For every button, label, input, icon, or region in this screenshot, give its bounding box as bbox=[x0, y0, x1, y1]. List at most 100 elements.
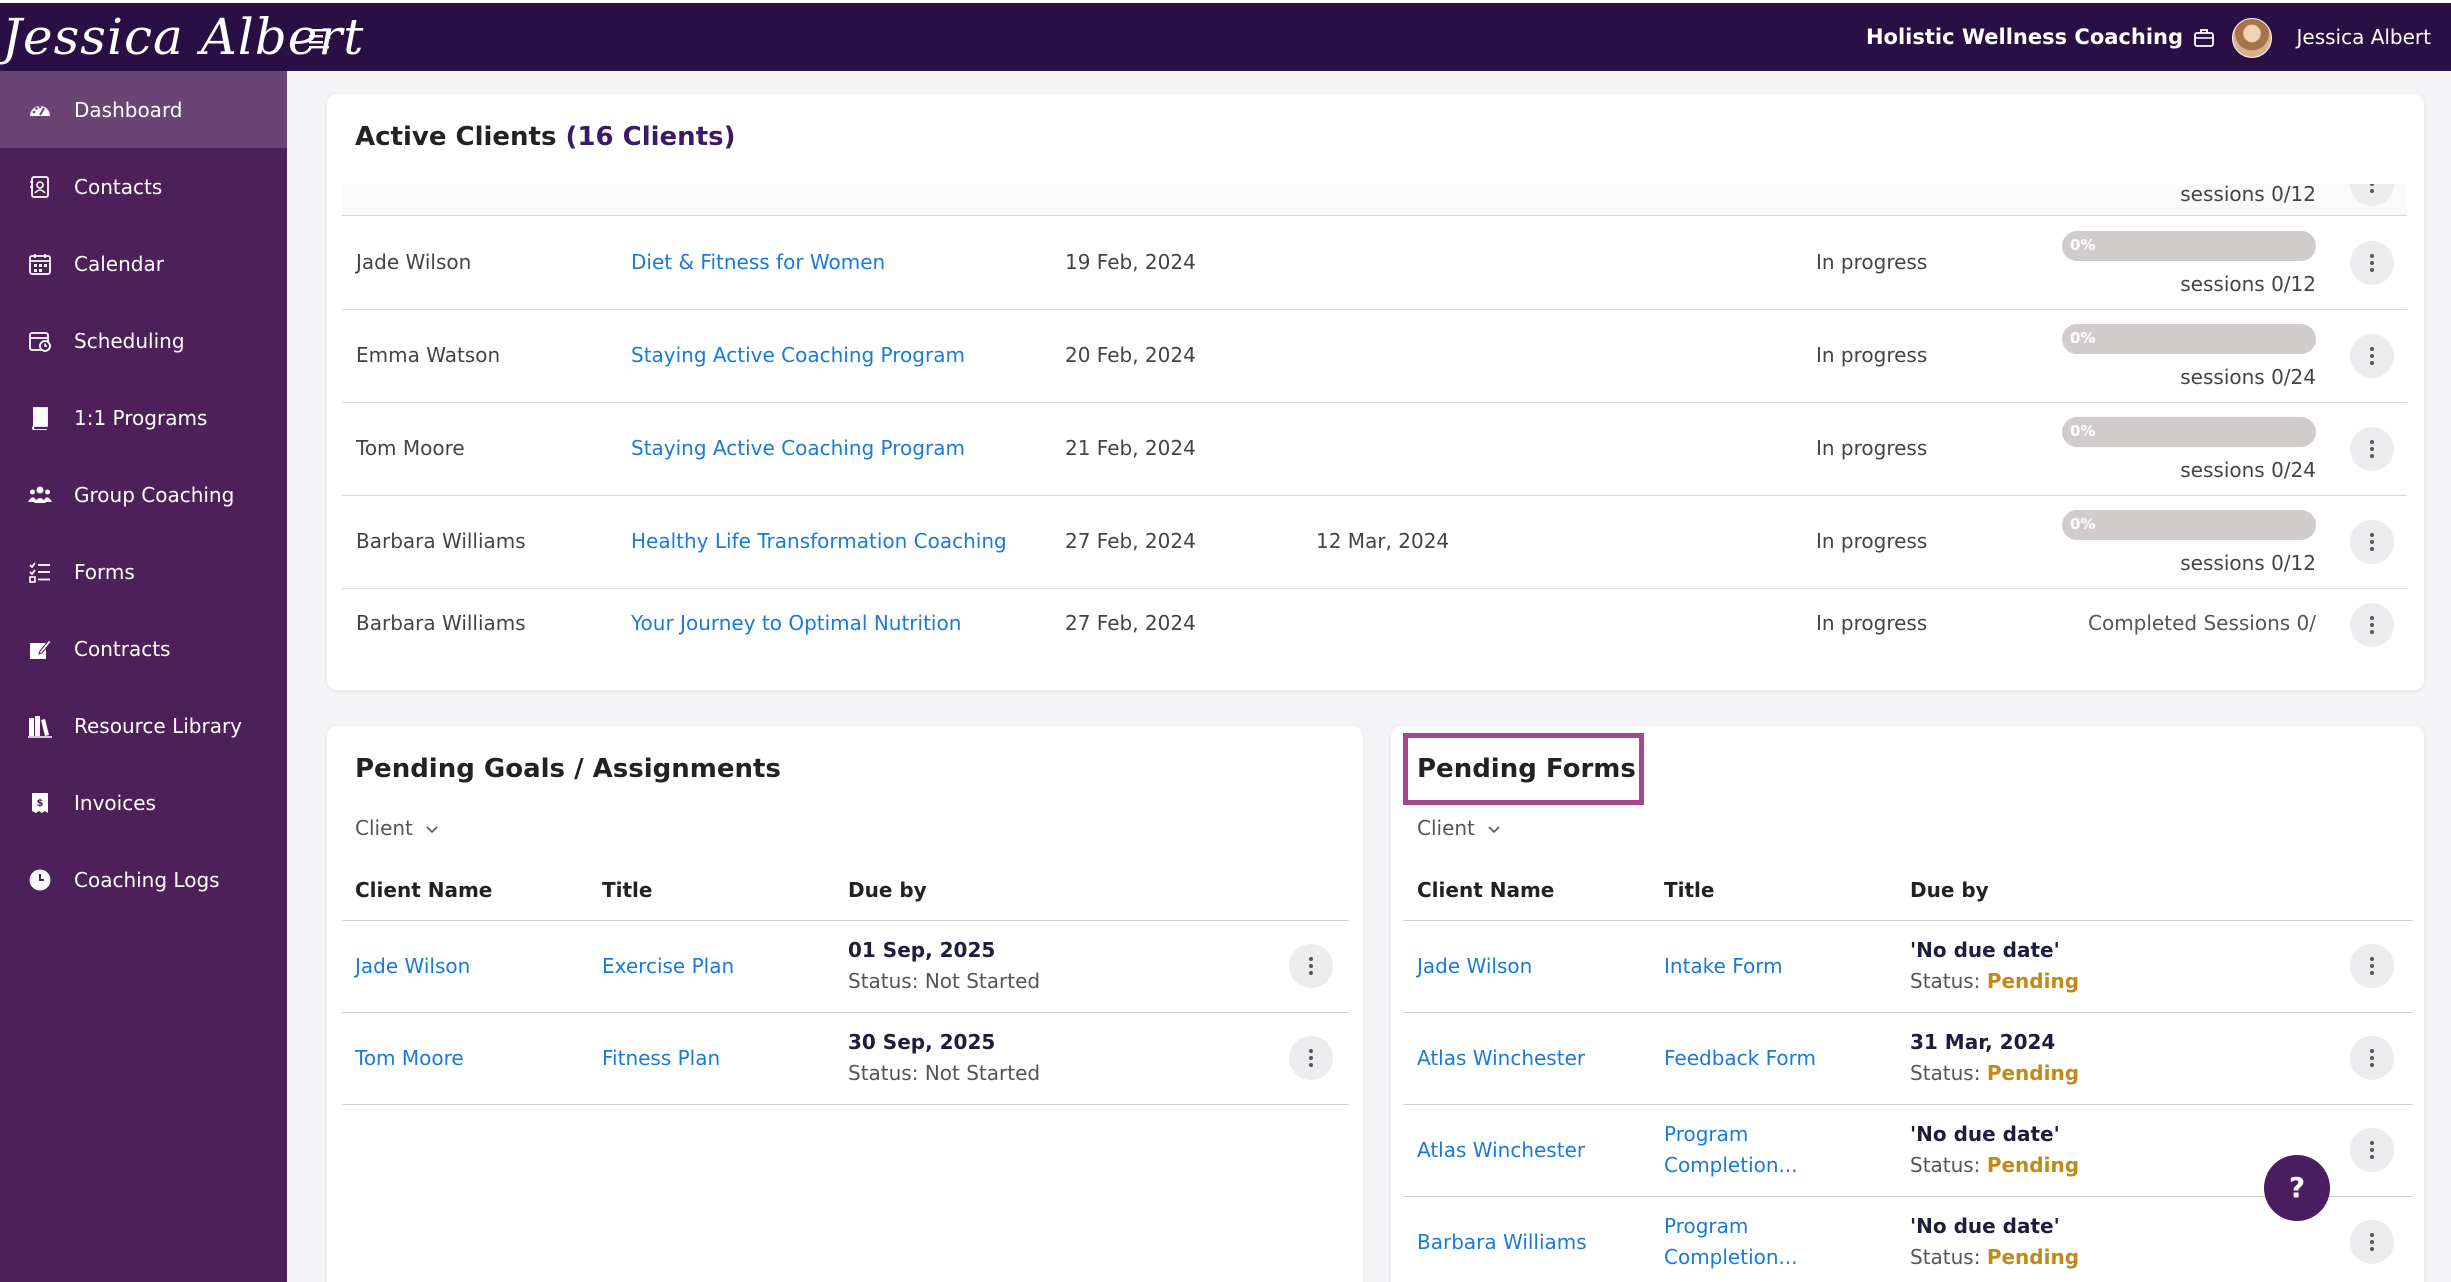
pending-goals-card: Pending Goals / Assignments Client Clien… bbox=[327, 726, 1363, 1282]
end-date: 12 Mar, 2024 bbox=[1316, 529, 1450, 553]
progress-bar: 0% bbox=[2062, 324, 2316, 354]
status-line: Status: Pending bbox=[1910, 969, 2079, 993]
divider bbox=[1403, 920, 2413, 921]
client-name: Barbara Williams bbox=[356, 529, 526, 553]
sidebar-item-label: Contacts bbox=[74, 174, 163, 199]
sidebar-item-contacts[interactable]: Contacts bbox=[0, 148, 287, 225]
status-label: Status: bbox=[848, 969, 919, 993]
sidebar-item-coaching-logs[interactable]: Coaching Logs bbox=[0, 841, 287, 918]
divider bbox=[1403, 1196, 2413, 1197]
table-row: Emma Watson Staying Active Coaching Prog… bbox=[342, 310, 2407, 403]
program-link[interactable]: Healthy Life Transformation Coaching bbox=[631, 529, 1007, 553]
sidebar-item-label: Calendar bbox=[74, 251, 164, 276]
row-menu-button[interactable] bbox=[1289, 944, 1333, 988]
status-line: Status: Not Started bbox=[848, 969, 1040, 993]
active-clients-title: Active Clients (16 Clients) bbox=[355, 122, 735, 152]
row-menu-button[interactable] bbox=[2350, 184, 2394, 206]
due-date: 30 Sep, 2025 bbox=[848, 1030, 996, 1054]
top-bar: Jessica Albert Holistic Wellness Coachin… bbox=[0, 0, 2451, 71]
row-menu-button[interactable] bbox=[2350, 603, 2394, 647]
client-link[interactable]: Barbara Williams bbox=[1417, 1230, 1587, 1254]
sidebar-item-label: Forms bbox=[74, 559, 135, 584]
menu-toggle-icon[interactable] bbox=[308, 27, 334, 49]
client-filter-dropdown[interactable]: Client bbox=[355, 816, 439, 840]
row-menu-button[interactable] bbox=[2350, 427, 2394, 471]
status-label: Status: bbox=[1910, 1245, 1981, 1269]
progress-bar: 0% bbox=[2062, 417, 2316, 447]
row-menu-button[interactable] bbox=[2350, 944, 2394, 988]
progress-label: 0% bbox=[2070, 422, 2096, 440]
start-date: 27 Feb, 2024 bbox=[1065, 529, 1196, 553]
sidebar-item-scheduling[interactable]: Scheduling bbox=[0, 302, 287, 379]
column-header: Client Name bbox=[355, 878, 493, 902]
client-name: Tom Moore bbox=[356, 436, 465, 460]
goal-title-link[interactable]: Exercise Plan bbox=[602, 954, 734, 978]
goal-title-link[interactable]: Fitness Plan bbox=[602, 1046, 720, 1070]
sessions-count: sessions 0/12 bbox=[2180, 184, 2316, 206]
column-header: Due by bbox=[1910, 878, 1989, 902]
table-row-partial: sessions 0/12 bbox=[342, 184, 2407, 216]
program-link[interactable]: Staying Active Coaching Program bbox=[631, 343, 965, 367]
client-link[interactable]: Atlas Winchester bbox=[1417, 1046, 1585, 1070]
active-clients-card: Active Clients (16 Clients) sessions 0/1… bbox=[327, 94, 2424, 690]
form-title-link[interactable]: Program bbox=[1664, 1122, 1748, 1146]
row-menu-button[interactable] bbox=[1289, 1036, 1333, 1080]
sidebar-item-label: 1:1 Programs bbox=[74, 405, 208, 430]
sidebar-item-contracts[interactable]: Contracts bbox=[0, 610, 287, 687]
client-link[interactable]: Jade Wilson bbox=[1417, 954, 1532, 978]
form-title-link[interactable]: Intake Form bbox=[1664, 954, 1783, 978]
row-menu-button[interactable] bbox=[2350, 520, 2394, 564]
sidebar-item-label: Invoices bbox=[74, 790, 156, 815]
sidebar-item-forms[interactable]: Forms bbox=[0, 533, 287, 610]
sidebar-item-resource-library[interactable]: Resource Library bbox=[0, 687, 287, 764]
program-link[interactable]: Staying Active Coaching Program bbox=[631, 436, 965, 460]
form-title-link-continued[interactable]: Completion... bbox=[1664, 1245, 1798, 1269]
program-link[interactable]: Your Journey to Optimal Nutrition bbox=[631, 611, 961, 635]
client-name: Emma Watson bbox=[356, 343, 501, 367]
status-label: Status: bbox=[1910, 1153, 1981, 1177]
sessions-count: sessions 0/12 bbox=[2180, 551, 2316, 575]
client-link[interactable]: Tom Moore bbox=[355, 1046, 464, 1070]
dashboard-icon bbox=[28, 98, 52, 122]
help-button[interactable]: ? bbox=[2264, 1155, 2330, 1221]
briefcase-icon[interactable] bbox=[2193, 27, 2215, 49]
sessions-count: sessions 0/12 bbox=[2180, 272, 2316, 296]
sidebar-item-dashboard[interactable]: Dashboard bbox=[0, 71, 287, 148]
row-menu-button[interactable] bbox=[2350, 241, 2394, 285]
form-title-link[interactable]: Program bbox=[1664, 1214, 1748, 1238]
row-menu-button[interactable] bbox=[2350, 334, 2394, 378]
brand-logo[interactable]: Jessica Albert bbox=[0, 3, 363, 74]
row-menu-button[interactable] bbox=[2350, 1220, 2394, 1264]
calendar-icon bbox=[28, 252, 52, 276]
status-label: Status: bbox=[1910, 969, 1981, 993]
sidebar-item-label: Resource Library bbox=[74, 713, 243, 738]
progress-label: 0% bbox=[2070, 329, 2096, 347]
due-date: 'No due date' bbox=[1910, 1214, 2060, 1238]
status-text: In progress bbox=[1816, 250, 1928, 274]
sidebar-item-calendar[interactable]: Calendar bbox=[0, 225, 287, 302]
start-date: 20 Feb, 2024 bbox=[1065, 343, 1196, 367]
row-menu-button[interactable] bbox=[2350, 1036, 2394, 1080]
row-menu-button[interactable] bbox=[2350, 1128, 2394, 1172]
due-date: 'No due date' bbox=[1910, 938, 2060, 962]
client-filter-dropdown[interactable]: Client bbox=[1417, 816, 1501, 840]
client-name: Barbara Williams bbox=[356, 611, 526, 635]
table-row: Barbara Williams Your Journey to Optimal… bbox=[342, 589, 2407, 666]
client-link[interactable]: Jade Wilson bbox=[355, 954, 470, 978]
avatar[interactable] bbox=[2232, 18, 2272, 58]
group-icon bbox=[28, 483, 52, 507]
program-link[interactable]: Diet & Fitness for Women bbox=[631, 250, 885, 274]
sidebar-item-invoices[interactable]: $ Invoices bbox=[0, 764, 287, 841]
form-title-link[interactable]: Feedback Form bbox=[1664, 1046, 1816, 1070]
user-name[interactable]: Jessica Albert bbox=[2296, 25, 2431, 49]
organization-name[interactable]: Holistic Wellness Coaching bbox=[1866, 25, 2183, 49]
sidebar-item-group-coaching[interactable]: Group Coaching bbox=[0, 456, 287, 533]
table-row: Jade Wilson Diet & Fitness for Women 19 … bbox=[342, 217, 2407, 310]
sidebar-item-programs[interactable]: 1:1 Programs bbox=[0, 379, 287, 456]
client-link[interactable]: Atlas Winchester bbox=[1417, 1138, 1585, 1162]
chevron-down-icon bbox=[426, 826, 438, 834]
form-title-link-continued[interactable]: Completion... bbox=[1664, 1153, 1798, 1177]
start-date: 21 Feb, 2024 bbox=[1065, 436, 1196, 460]
status-line: Status: Pending bbox=[1910, 1153, 2079, 1177]
divider bbox=[342, 1012, 1349, 1013]
